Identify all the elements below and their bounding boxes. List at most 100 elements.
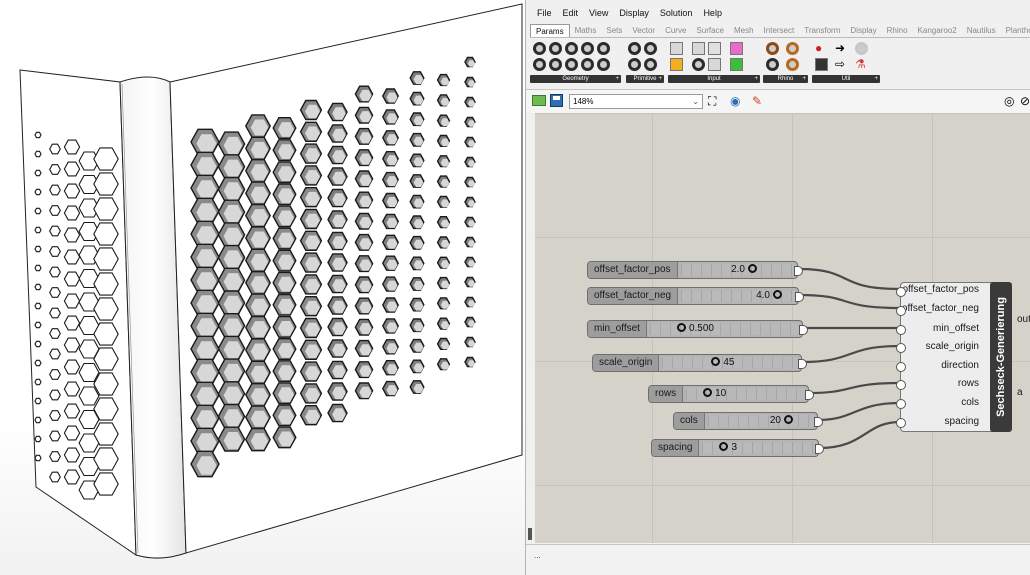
tab-maths[interactable]: Maths (570, 24, 602, 37)
panel-icon[interactable] (692, 42, 705, 55)
tab-sets[interactable]: Sets (601, 24, 627, 37)
tab-nautilus[interactable]: Nautilus (962, 24, 1001, 37)
preview-eye-icon[interactable]: ◉ (730, 94, 740, 109)
slider-scale-origin[interactable]: scale_origin 45 (592, 354, 807, 372)
menu-solution[interactable]: Solution (649, 4, 693, 22)
surface-icon[interactable] (581, 58, 594, 71)
hex-perforation-side (78, 386, 100, 406)
menu-edit[interactable]: Edit (552, 4, 579, 22)
tab-params[interactable]: Params (530, 24, 570, 37)
tab-intersect[interactable]: Intersect (759, 24, 800, 37)
cluster-sechseck-generierung[interactable]: offset_factor_pos offset_factor_neg min_… (896, 282, 1030, 432)
gradient-icon[interactable] (730, 42, 743, 55)
rhino-material-icon[interactable] (786, 58, 799, 71)
line-icon[interactable] (597, 58, 610, 71)
rhino-pattern-icon[interactable] (786, 42, 799, 55)
slider-knob[interactable] (703, 388, 713, 397)
rhino-object-icon[interactable] (766, 42, 779, 55)
graph-icon[interactable] (708, 58, 721, 71)
output-out[interactable]: out (1017, 314, 1030, 325)
input-grip[interactable] (896, 287, 906, 297)
tab-planthopper[interactable]: Planthopp (1001, 24, 1030, 37)
input-grip[interactable] (896, 306, 906, 316)
tab-mesh[interactable]: Mesh (729, 24, 759, 37)
toggle-icon[interactable] (670, 58, 683, 71)
tab-vector[interactable]: Vector (627, 24, 660, 37)
tab-surface[interactable]: Surface (691, 24, 729, 37)
slider-track[interactable]: 2.0 (680, 264, 794, 276)
tab-curve[interactable]: Curve (660, 24, 691, 37)
slider-offset-factor-neg[interactable]: offset_factor_neg 4.0 (587, 287, 804, 305)
menu-display[interactable]: Display (608, 4, 649, 22)
file-icon[interactable] (730, 58, 743, 71)
box-icon[interactable] (533, 58, 546, 71)
mesh-icon[interactable] (597, 42, 610, 55)
sketch-pen-icon[interactable]: ✎ (752, 94, 762, 109)
swatch-icon[interactable] (708, 42, 721, 55)
slider-track[interactable]: 10 (686, 388, 805, 400)
save-icon[interactable] (550, 94, 563, 107)
curve-icon[interactable] (565, 42, 578, 55)
cluster-icon[interactable] (815, 58, 828, 71)
zoom-dropdown[interactable]: 148% ⌄ (569, 94, 703, 109)
slider-cols[interactable]: cols 20 (673, 412, 823, 430)
text-icon[interactable] (644, 58, 657, 71)
slider-track[interactable]: 0.500 (649, 323, 799, 335)
open-folder-icon[interactable] (532, 95, 546, 106)
rhino-viewport[interactable] (0, 0, 525, 575)
hex-perforation-side (93, 447, 119, 471)
input-grip[interactable] (896, 343, 906, 353)
slider-knob[interactable] (719, 442, 729, 451)
camera-icon[interactable]: ◎ (1004, 94, 1014, 109)
slider-knob[interactable] (711, 357, 721, 366)
button-icon[interactable] (692, 58, 705, 71)
cluster-title: Sechseck-Generierung (995, 297, 1007, 417)
input-grip[interactable] (896, 325, 906, 335)
arrow-icon[interactable]: ⇨ (835, 58, 848, 71)
slider-offset-factor-pos[interactable]: offset_factor_pos 2.0 (587, 261, 803, 279)
flask-icon[interactable]: ⚗ (855, 58, 868, 71)
slider-knob[interactable] (676, 323, 686, 332)
slider-track[interactable]: 20 (707, 415, 814, 427)
menu-help[interactable]: Help (692, 4, 722, 22)
slider-min-offset[interactable]: min_offset 0.500 (587, 320, 808, 338)
slider-icon[interactable] (670, 42, 683, 55)
slider-track[interactable]: 3 (702, 442, 815, 454)
tab-display[interactable]: Display (845, 24, 881, 37)
circle-icon[interactable] (533, 42, 546, 55)
disable-icon[interactable]: ⊘ (1020, 94, 1030, 109)
input-grip[interactable] (896, 380, 906, 390)
grasshopper-canvas[interactable]: offset_factor_pos 2.0 offset_factor_neg … (535, 113, 1030, 543)
slider-knob[interactable] (784, 415, 793, 424)
output-a[interactable]: a (1017, 387, 1023, 398)
rhino-layer-icon[interactable] (766, 58, 779, 71)
input-grip[interactable] (896, 418, 906, 428)
menu-file[interactable]: File (526, 4, 552, 22)
slider-rows[interactable]: rows 10 (648, 385, 814, 403)
brep-icon[interactable] (581, 42, 594, 55)
hex-perforation-side (34, 302, 42, 310)
cherry-icon[interactable]: ● (815, 42, 828, 55)
input-grip[interactable] (896, 362, 906, 372)
menu-view[interactable]: View (578, 4, 608, 22)
disc-icon[interactable] (549, 42, 562, 55)
hex-perforation-side (34, 321, 42, 329)
tab-kangaroo2[interactable]: Kangaroo2 (913, 24, 962, 37)
tab-rhino[interactable]: Rhino (882, 24, 913, 37)
slider-knob[interactable] (773, 290, 782, 299)
number-icon[interactable] (628, 42, 641, 55)
slider-track[interactable]: 45 (662, 357, 798, 369)
hex-perforation-side (63, 139, 81, 155)
slider-spacing[interactable]: spacing 3 (651, 439, 824, 457)
slider-knob[interactable] (748, 264, 757, 273)
point-icon[interactable] (565, 58, 578, 71)
slider-track[interactable]: 4.0 (681, 290, 795, 302)
zoom-extents-icon[interactable]: ⛶ (708, 94, 716, 109)
complex-icon[interactable] (628, 58, 641, 71)
integer-icon[interactable] (644, 42, 657, 55)
plane-icon[interactable] (549, 58, 562, 71)
input-grip[interactable] (896, 399, 906, 409)
relay-icon[interactable] (855, 42, 868, 55)
tab-transform[interactable]: Transform (799, 24, 845, 37)
jump-icon[interactable]: ➜ (835, 42, 848, 55)
